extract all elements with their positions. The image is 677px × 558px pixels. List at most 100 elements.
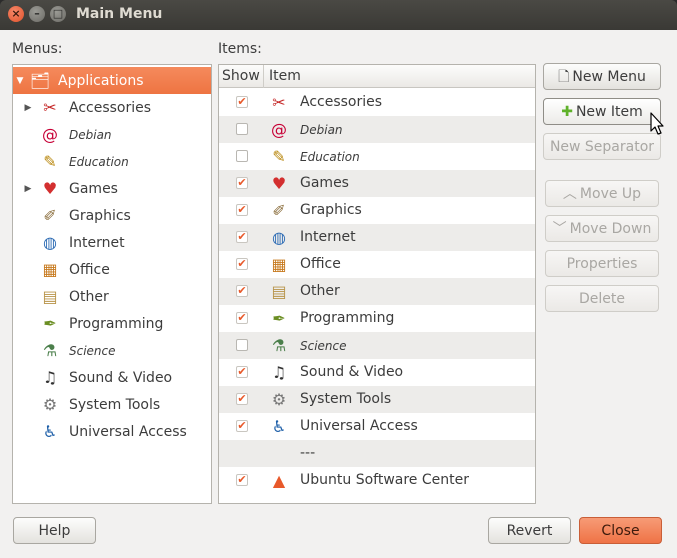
window-close-button[interactable]: × xyxy=(8,6,24,22)
software-center-icon: ▲ xyxy=(272,470,286,490)
sound-video-icon: ♫ xyxy=(271,362,287,382)
show-checkbox[interactable]: ✔ xyxy=(236,285,248,297)
new-menu-label: New Menu xyxy=(572,68,646,85)
item-label: Education xyxy=(300,150,360,164)
item-label: Other xyxy=(300,283,340,299)
item-row[interactable]: ⚗ Science xyxy=(219,332,535,359)
menu-tree-item[interactable]: ▼ 🗂 Applications xyxy=(13,67,211,94)
menu-tree-item[interactable]: ✐ Graphics xyxy=(13,202,211,229)
show-checkbox[interactable]: ✔ xyxy=(236,474,248,486)
new-menu-icon: 🗋 xyxy=(558,68,570,85)
menu-tree-item[interactable]: ▤ Other xyxy=(13,283,211,310)
menus-tree[interactable]: ▼ 🗂 Applications ▶ ✂ Accessories @ Debian ✎ Educa… xyxy=(12,64,212,504)
expander-expanded-icon[interactable]: ▼ xyxy=(15,76,25,86)
show-checkbox[interactable]: ✔ xyxy=(236,393,248,405)
menu-tree-item-label: Games xyxy=(69,180,118,197)
column-header-show[interactable]: Show xyxy=(222,68,260,84)
item-row[interactable]: ✔ ▦ Office xyxy=(219,251,535,278)
menu-tree-item[interactable]: ▶ ♥ Games xyxy=(13,175,211,202)
graphics-icon: ✐ xyxy=(43,205,57,225)
delete-button[interactable]: Delete xyxy=(545,285,659,312)
properties-label: Properties xyxy=(566,255,638,272)
show-checkbox[interactable]: ✔ xyxy=(236,96,248,108)
show-checkbox[interactable]: ✔ xyxy=(236,258,248,270)
menu-tree-item[interactable]: ✎ Education xyxy=(13,148,211,175)
item-row[interactable]: ✎ Education xyxy=(219,143,535,170)
menu-tree-item-label: Education xyxy=(69,154,129,169)
help-button[interactable]: Help xyxy=(13,517,96,544)
menu-tree-item-label: Accessories xyxy=(69,99,152,116)
menus-caption: Menus: xyxy=(12,41,63,57)
show-checkbox[interactable]: ✔ xyxy=(236,231,248,243)
item-row[interactable]: ✔ ♥ Games xyxy=(219,170,535,197)
separator-row[interactable]: --- xyxy=(219,440,535,467)
new-menu-button[interactable]: 🗋 New Menu xyxy=(543,63,661,90)
items-list[interactable]: Show Item ✔ ✂ Accessories @ Debian ✎ Education… xyxy=(218,64,536,504)
expander-collapsed-icon[interactable]: ▶ xyxy=(23,184,33,194)
move-up-button[interactable]: ︿ Move Up xyxy=(545,180,659,207)
new-item-button[interactable]: ✚ New Item xyxy=(543,98,661,125)
sound-video-icon: ♫ xyxy=(42,367,58,387)
item-row[interactable]: ✔ ✐ Graphics xyxy=(219,197,535,224)
item-label: Ubuntu Software Center xyxy=(300,472,469,488)
item-row[interactable]: ✔ ◍ Internet xyxy=(219,224,535,251)
menu-tree-item[interactable]: ▦ Office xyxy=(13,256,211,283)
accessories-icon: ✂ xyxy=(43,97,57,117)
menu-tree-item[interactable]: ◍ Internet xyxy=(13,229,211,256)
item-label: Office xyxy=(300,256,341,272)
item-row[interactable]: ✔ ▲ Ubuntu Software Center xyxy=(219,467,535,494)
menu-tree-item-label: Internet xyxy=(69,234,125,251)
games-icon: ♥ xyxy=(271,173,287,193)
show-checkbox[interactable]: ✔ xyxy=(236,366,248,378)
debian-icon: @ xyxy=(271,119,287,139)
item-row[interactable]: ✔ ▤ Other xyxy=(219,278,535,305)
show-checkbox[interactable]: ✔ xyxy=(236,312,248,324)
menu-tree-item[interactable]: ⚗ Science xyxy=(13,337,211,364)
menu-tree-item[interactable]: ▶ ✂ Accessories xyxy=(13,94,211,121)
close-button[interactable]: Close xyxy=(579,517,662,544)
title-bar[interactable]: × – □ Main Menu xyxy=(0,0,677,30)
move-down-label: Move Down xyxy=(569,220,652,237)
menu-tree-item[interactable]: ♿ Universal Access xyxy=(13,418,211,445)
menu-tree-item[interactable]: ♫ Sound & Video xyxy=(13,364,211,391)
item-row[interactable]: @ Debian xyxy=(219,116,535,143)
show-checkbox[interactable] xyxy=(236,123,248,135)
item-label: Universal Access xyxy=(300,418,418,434)
item-row[interactable]: ✔ ⚙ System Tools xyxy=(219,386,535,413)
item-row[interactable]: ✔ ✒ Programming xyxy=(219,305,535,332)
new-separator-button[interactable]: New Separator xyxy=(543,133,661,160)
menu-tree-item[interactable]: @ Debian xyxy=(13,121,211,148)
show-checkbox[interactable] xyxy=(236,150,248,162)
office-icon: ▦ xyxy=(271,254,287,274)
menu-tree-item[interactable]: ✒ Programming xyxy=(13,310,211,337)
item-label: System Tools xyxy=(300,391,392,407)
show-checkbox[interactable] xyxy=(236,339,248,351)
window-minimize-button[interactable]: – xyxy=(29,6,45,22)
show-checkbox[interactable]: ✔ xyxy=(236,204,248,216)
separator-label: --- xyxy=(300,445,316,461)
item-label: Sound & Video xyxy=(300,364,404,380)
properties-button[interactable]: Properties xyxy=(545,250,659,277)
menu-tree-item-label: Office xyxy=(69,261,110,278)
show-checkbox[interactable]: ✔ xyxy=(236,420,248,432)
menu-tree-item-label: Sound & Video xyxy=(69,369,173,386)
revert-button[interactable]: Revert xyxy=(488,517,571,544)
menu-tree-item[interactable]: ⚙ System Tools xyxy=(13,391,211,418)
education-icon: ✎ xyxy=(272,146,286,166)
item-label: Programming xyxy=(300,310,395,326)
column-header-item[interactable]: Item xyxy=(269,68,301,84)
window-maximize-button[interactable]: □ xyxy=(50,6,66,22)
item-row[interactable]: ✔ ♫ Sound & Video xyxy=(219,359,535,386)
menu-tree-item-label: Other xyxy=(69,288,109,305)
column-divider[interactable] xyxy=(263,65,264,88)
system-tools-icon: ⚙ xyxy=(42,394,58,414)
show-checkbox[interactable]: ✔ xyxy=(236,177,248,189)
delete-label: Delete xyxy=(579,290,625,307)
applications-icon: 🗂 xyxy=(29,70,51,90)
item-row[interactable]: ✔ ♿ Universal Access xyxy=(219,413,535,440)
move-down-button[interactable]: ﹀ Move Down xyxy=(545,215,659,242)
expander-collapsed-icon[interactable]: ▶ xyxy=(23,103,33,113)
science-icon: ⚗ xyxy=(271,335,287,355)
item-row[interactable]: ✔ ✂ Accessories xyxy=(219,89,535,116)
menu-tree-item-label: Programming xyxy=(69,315,164,332)
